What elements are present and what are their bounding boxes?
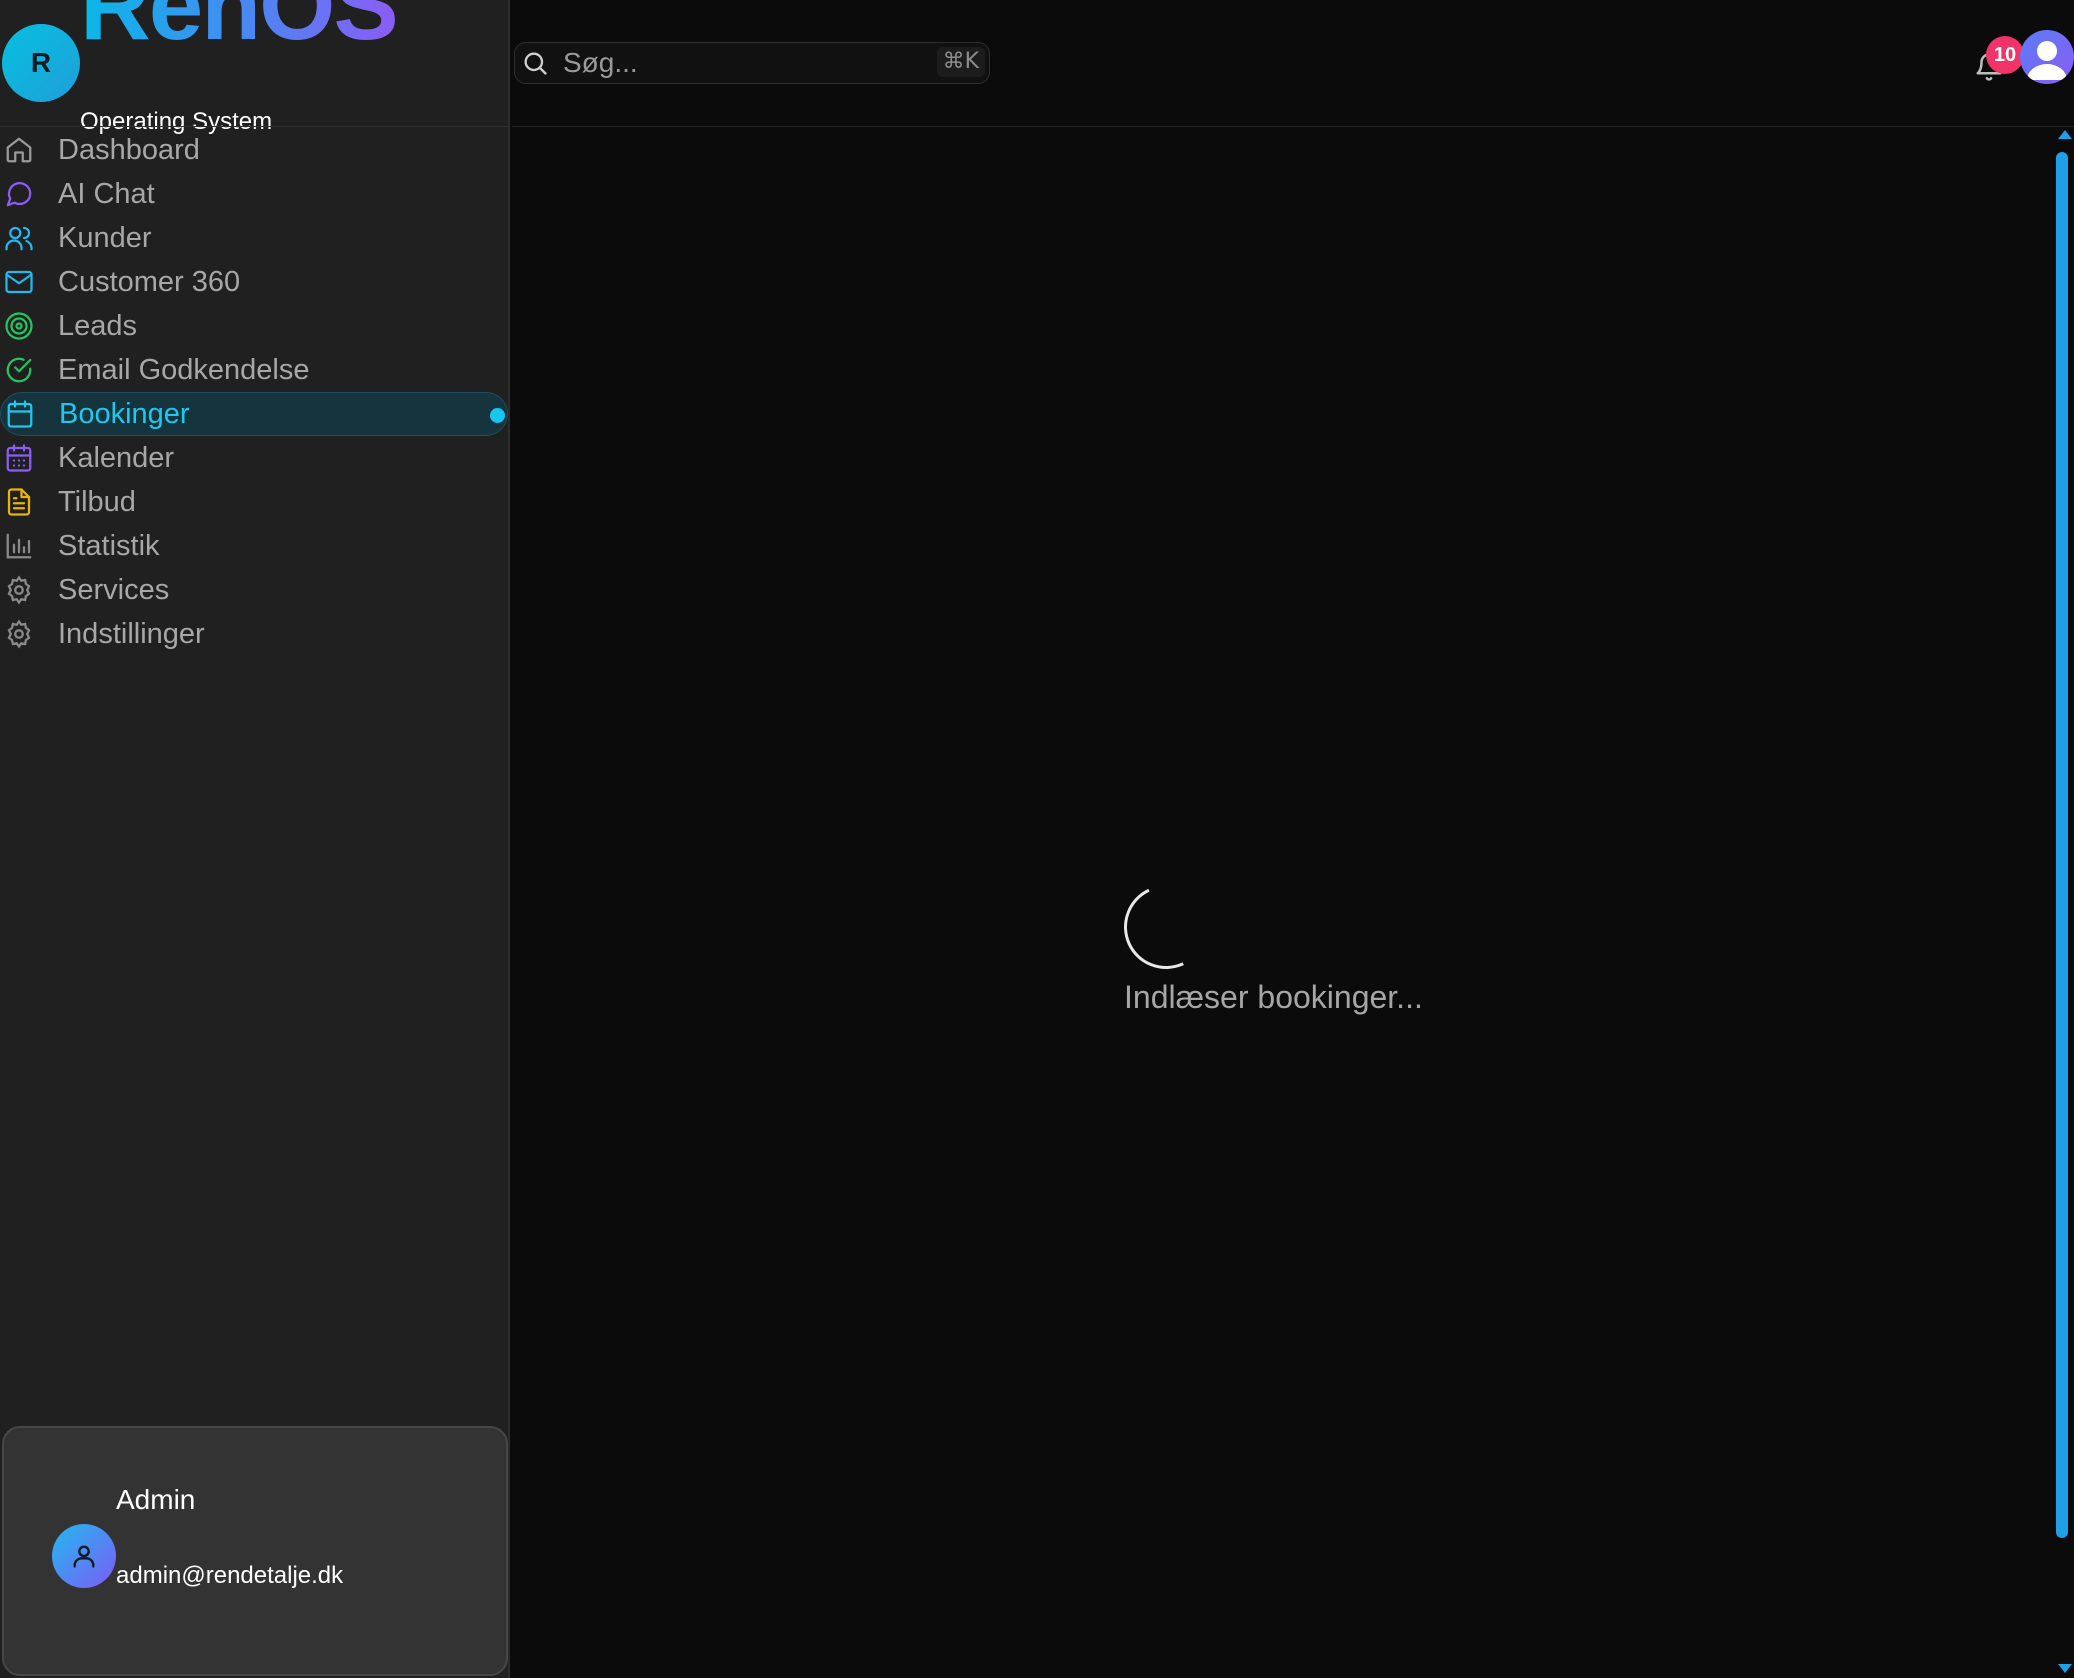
sidebar-item-ai-chat[interactable]: AI Chat bbox=[0, 172, 510, 216]
scrollbar-thumb[interactable] bbox=[2056, 152, 2068, 1538]
sidebar-item-label: Statistik bbox=[58, 529, 160, 562]
mail-icon bbox=[2, 265, 36, 299]
brand-name: RenOS bbox=[80, 0, 399, 54]
main-content: Indlæser bookinger... bbox=[512, 127, 2052, 1678]
sidebar-item-dashboard[interactable]: Dashboard bbox=[0, 128, 510, 172]
active-indicator-dot bbox=[490, 408, 505, 423]
loading-spinner bbox=[1112, 873, 1220, 981]
message-circle-icon bbox=[2, 177, 36, 211]
sidebar-item-label: Tilbud bbox=[58, 485, 136, 518]
sidebar-item-label: Leads bbox=[58, 309, 138, 342]
user-icon bbox=[52, 1524, 116, 1588]
sidebar-item-label: Kunder bbox=[58, 221, 152, 254]
sidebar-item-label: Services bbox=[58, 573, 170, 606]
calendar-days-icon bbox=[2, 441, 36, 475]
sidebar-item-label: Bookinger bbox=[59, 397, 190, 430]
scroll-up-arrow[interactable] bbox=[2058, 130, 2072, 139]
sidebar-item-kunder[interactable]: Kunder bbox=[0, 216, 510, 260]
users-icon bbox=[2, 221, 36, 255]
search-icon bbox=[521, 47, 553, 79]
search-input[interactable] bbox=[561, 46, 925, 80]
bar-chart-icon bbox=[2, 529, 36, 563]
sidebar-item-email-godkendelse[interactable]: Email Godkendelse bbox=[0, 348, 510, 392]
sidebar-item-indstillinger[interactable]: Indstillinger bbox=[0, 612, 510, 656]
gear-icon bbox=[2, 617, 36, 651]
sidebar-item-bookinger[interactable]: Bookinger bbox=[0, 392, 508, 436]
sidebar-item-services[interactable]: Services bbox=[0, 568, 510, 612]
user-profile-card[interactable]: Admin admin@rendetalje.dk bbox=[2, 1426, 508, 1676]
user-email: admin@rendetalje.dk bbox=[116, 1562, 344, 1589]
scroll-down-arrow[interactable] bbox=[2058, 1664, 2072, 1673]
sidebar-item-label: Dashboard bbox=[58, 133, 200, 166]
calendar-icon bbox=[3, 397, 37, 431]
sidebar-item-label: Customer 360 bbox=[58, 265, 241, 298]
home-icon bbox=[2, 133, 36, 167]
sidebar-item-label: Email Godkendelse bbox=[58, 353, 310, 386]
scrollbar[interactable] bbox=[2054, 130, 2074, 1678]
topbar: ⌘K 10 bbox=[512, 0, 2074, 127]
sidebar-item-leads[interactable]: Leads bbox=[0, 304, 510, 348]
sidebar-item-customer-360[interactable]: Customer 360 bbox=[0, 260, 510, 304]
sidebar-item-tilbud[interactable]: Tilbud bbox=[0, 480, 510, 524]
sidebar-item-kalender[interactable]: Kalender bbox=[0, 436, 510, 480]
sidebar-item-label: AI Chat bbox=[58, 177, 155, 210]
brand-logo[interactable]: R bbox=[2, 24, 80, 102]
search-box[interactable]: ⌘K bbox=[514, 42, 990, 84]
keyboard-shortcut-hint: ⌘K bbox=[936, 47, 985, 77]
file-text-icon bbox=[2, 485, 36, 519]
sidebar-item-label: Kalender bbox=[58, 441, 175, 474]
notification-count-badge: 10 bbox=[1986, 36, 2024, 74]
sidebar-item-label: Indstillinger bbox=[58, 617, 205, 650]
gear-icon bbox=[2, 573, 36, 607]
target-icon bbox=[2, 309, 36, 343]
user-name: Admin bbox=[116, 1484, 196, 1515]
sidebar-divider bbox=[0, 126, 510, 127]
sidebar: R RenOS Operating System Dashboard AI Ch… bbox=[0, 0, 510, 1678]
check-circle-icon bbox=[2, 353, 36, 387]
sidebar-item-statistik[interactable]: Statistik bbox=[0, 524, 510, 568]
avatar[interactable] bbox=[2020, 30, 2074, 84]
loading-message: Indlæser bookinger... bbox=[1124, 979, 1423, 1015]
sidebar-nav: Dashboard AI Chat Kunder Customer 360 Le… bbox=[0, 128, 510, 656]
